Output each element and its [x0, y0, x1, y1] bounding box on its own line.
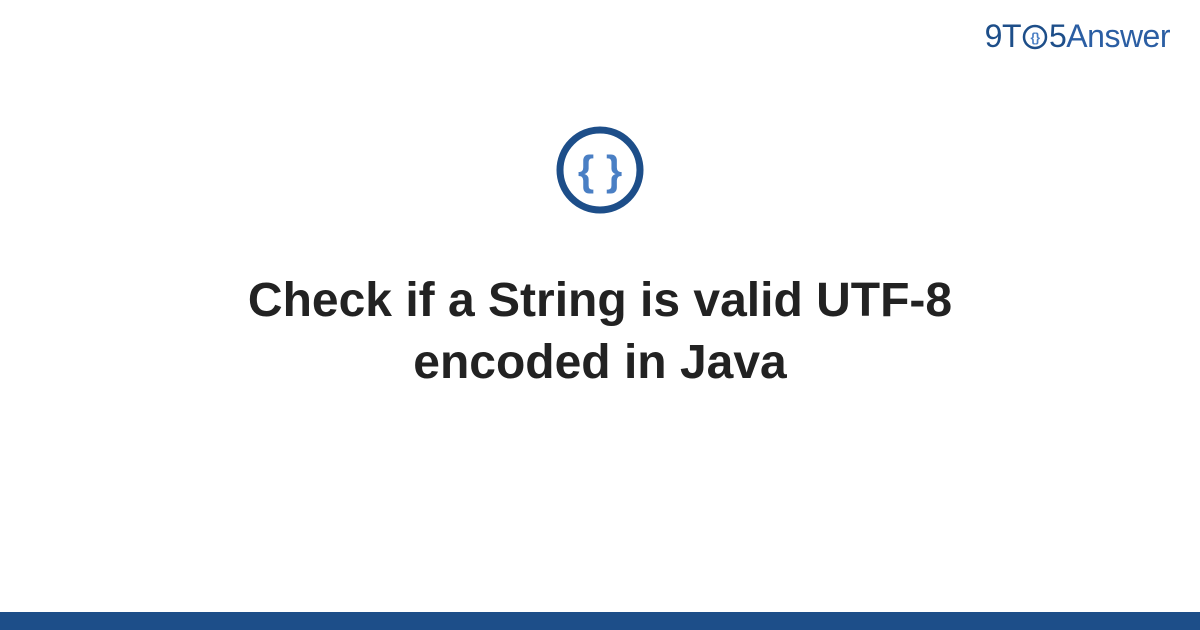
page-title: Check if a String is valid UTF-8 encoded…: [100, 270, 1100, 395]
site-logo: 9 T {} 5 Answer: [985, 18, 1170, 55]
logo-t: T: [1002, 18, 1021, 55]
bottom-accent-bar: [0, 612, 1200, 630]
logo-five: 5: [1049, 18, 1066, 55]
logo-clock-icon: {}: [1022, 24, 1048, 50]
main-content: { } Check if a String is valid UTF-8 enc…: [0, 125, 1200, 395]
logo-nine: 9: [985, 18, 1002, 55]
svg-text:{}: {}: [1030, 30, 1040, 45]
code-braces-icon: { }: [555, 125, 645, 215]
logo-answer: Answer: [1066, 18, 1170, 55]
svg-text:{ }: { }: [578, 147, 622, 194]
